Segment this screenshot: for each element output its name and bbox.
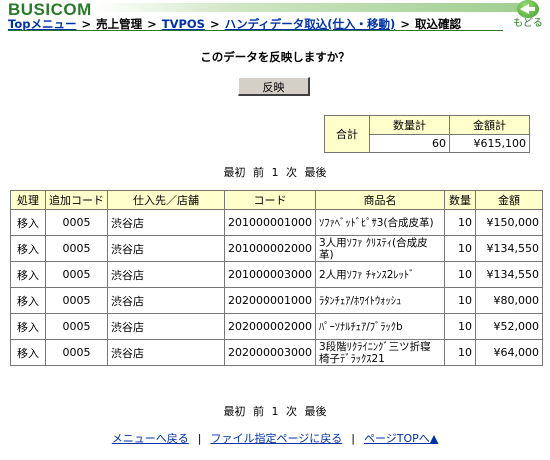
back-arrow-icon — [517, 0, 539, 18]
cell-amount: ¥150,000 — [475, 210, 542, 235]
table-row: 移入 0005 渋谷店 202000003000 3段階ﾘｸﾗｲﾆﾝｸﾞ三ツ折寝椅子ﾃﾞ… — [11, 340, 542, 365]
page-top-link[interactable]: ページTOPへ▲ — [364, 432, 438, 445]
cell-product-name: 2人用ｿﾌｧ ﾁｬﾝｽ2ﾚｯﾄﾞ — [315, 262, 444, 287]
cell-code: 202000002000 — [225, 314, 315, 339]
cell-supplier-store: 渋谷店 — [108, 262, 224, 287]
col-header-amount: 金額 — [475, 191, 542, 209]
cell-code: 202000001000 — [225, 288, 315, 313]
cell-quantity: 10 — [444, 340, 475, 365]
table-row: 移入 0005 渋谷店 202000002000 ﾊﾟｰｿﾅﾙﾁｪｱ/ﾌﾞﾗｯｸb 10 ¥… — [11, 314, 542, 339]
col-header-product-name: 商品名 — [315, 191, 444, 209]
breadcrumb-separator: > — [81, 17, 92, 31]
back-to-menu-link[interactable]: メニューへ戻る — [112, 432, 189, 445]
cell-amount: ¥64,000 — [475, 340, 542, 365]
col-header-quantity: 数量 — [444, 191, 475, 209]
cell-product-name: ﾗﾀﾝﾁｪｱ/ﾎﾜｲﾄｳｫｯｼｭ — [315, 288, 444, 313]
pager-last: 最後 — [304, 166, 327, 179]
cell-supplier-store: 渋谷店 — [108, 210, 224, 235]
summary-amount-header: 金額計 — [450, 116, 529, 134]
pager-top: 最初 前 1 次 最後 — [0, 164, 550, 180]
cell-quantity: 10 — [444, 210, 475, 235]
cell-additional-code: 0005 — [46, 314, 107, 339]
breadcrumb-separator: > — [147, 17, 157, 31]
breadcrumb-link-top-menu[interactable]: Topメニュー — [8, 17, 76, 31]
col-header-supplier-store: 仕入先／店舗 — [108, 191, 224, 209]
back-button[interactable]: もどる — [508, 0, 548, 30]
cell-quantity: 10 — [444, 236, 475, 261]
cell-process: 移入 — [11, 210, 45, 235]
reflect-button[interactable]: 反映 — [238, 77, 310, 96]
pager-current-page: 1 — [271, 405, 279, 418]
cell-product-name: ｿﾌｧﾍﾞｯﾄﾞﾋﾟｻ3(合成皮革) — [315, 210, 444, 235]
breadcrumb-underline — [8, 30, 503, 31]
cell-quantity: 10 — [444, 314, 475, 339]
cell-product-name: ﾊﾟｰｿﾅﾙﾁｪｱ/ﾌﾞﾗｯｸb — [315, 314, 444, 339]
cell-process: 移入 — [11, 340, 45, 365]
pager-next: 次 — [286, 405, 297, 418]
pager-next: 次 — [286, 166, 297, 179]
summary-total-label: 合計 — [325, 116, 369, 152]
cell-supplier-store: 渋谷店 — [108, 236, 224, 261]
cell-amount: ¥134,550 — [475, 262, 542, 287]
cell-product-name: 3段階ﾘｸﾗｲﾆﾝｸﾞ三ツ折寝椅子ﾃﾞﾗｯｸｽ21 — [315, 340, 444, 365]
cell-additional-code: 0005 — [46, 210, 107, 235]
footer-separator: | — [351, 432, 355, 445]
cell-code: 201000002000 — [225, 236, 315, 261]
cell-additional-code: 0005 — [46, 236, 107, 261]
breadcrumb-current: 取込確認 — [414, 17, 461, 31]
col-header-additional-code: 追加コード — [46, 191, 107, 209]
back-to-file-page-link[interactable]: ファイル指定ページに戻る — [210, 432, 342, 445]
cell-product-name: 3人用ｿﾌｧ ｸﾘｽﾃｨ(合成皮革) — [315, 236, 444, 261]
pager-first: 最初 — [223, 166, 246, 179]
summary-qty-value: 60 — [370, 134, 449, 152]
summary-table: 合計 数量計 金額計 60 ¥615,100 — [324, 115, 530, 153]
footer-separator: | — [197, 432, 202, 445]
cell-supplier-store: 渋谷店 — [108, 314, 224, 339]
import-data-table: 処理 追加コード 仕入先／店舗 コード 商品名 数量 金額 移入 0005 渋谷店 2… — [10, 190, 543, 366]
cell-code: 202000003000 — [225, 340, 315, 365]
pager-bottom: 最初 前 1 次 最後 — [0, 403, 550, 419]
pager-current-page: 1 — [271, 166, 279, 179]
pager-first: 最初 — [223, 405, 246, 418]
cell-process: 移入 — [11, 262, 45, 287]
cell-supplier-store: 渋谷店 — [108, 340, 224, 365]
breadcrumb-link-sales-management[interactable]: 売上管理 — [96, 17, 142, 31]
breadcrumb-separator: > — [400, 17, 410, 31]
pager-prev: 前 — [253, 166, 264, 179]
cell-code: 201000003000 — [225, 262, 315, 287]
cell-additional-code: 0005 — [46, 288, 107, 313]
summary-amount-value: ¥615,100 — [450, 134, 529, 152]
cell-amount: ¥52,000 — [475, 314, 542, 339]
breadcrumb-link-tvpos[interactable]: TVPOS — [162, 17, 205, 31]
table-header-row: 処理 追加コード 仕入先／店舗 コード 商品名 数量 金額 — [11, 191, 542, 209]
cell-quantity: 10 — [444, 262, 475, 287]
col-header-code: コード — [225, 191, 315, 209]
cell-code: 201000001000 — [225, 210, 315, 235]
pager-last: 最後 — [304, 405, 327, 418]
table-row: 移入 0005 渋谷店 201000002000 3人用ｿﾌｧ ｸﾘｽﾃｨ(合成皮革) 1… — [11, 236, 542, 261]
cell-quantity: 10 — [444, 288, 475, 313]
cell-process: 移入 — [11, 314, 45, 339]
table-row: 移入 0005 渋谷店 201000003000 2人用ｿﾌｧ ﾁｬﾝｽ2ﾚｯﾄﾞ 10 ¥… — [11, 262, 542, 287]
cell-additional-code: 0005 — [46, 340, 107, 365]
cell-process: 移入 — [11, 236, 45, 261]
confirm-question: このデータを反映しますか？ — [200, 50, 350, 64]
cell-process: 移入 — [11, 288, 45, 313]
cell-amount: ¥134,550 — [475, 236, 542, 261]
footer-nav: メニューへ戻る | ファイル指定ページに戻る | ページTOPへ▲ — [0, 430, 550, 446]
col-header-process: 処理 — [11, 191, 45, 209]
cell-supplier-store: 渋谷店 — [108, 288, 224, 313]
summary-qty-header: 数量計 — [370, 116, 449, 134]
back-label: もどる — [513, 18, 543, 29]
pager-prev: 前 — [253, 405, 264, 418]
table-row: 移入 0005 渋谷店 202000001000 ﾗﾀﾝﾁｪｱ/ﾎﾜｲﾄｳｫｯｼｭ 10 ¥… — [11, 288, 542, 313]
cell-additional-code: 0005 — [46, 262, 107, 287]
table-row: 移入 0005 渋谷店 201000001000 ｿﾌｧﾍﾞｯﾄﾞﾋﾟｻ3(合成皮革) 1… — [11, 210, 542, 235]
table-body: 移入 0005 渋谷店 201000001000 ｿﾌｧﾍﾞｯﾄﾞﾋﾟｻ3(合成皮革) 1… — [11, 210, 542, 365]
breadcrumb-separator: > — [209, 17, 220, 31]
cell-amount: ¥80,000 — [475, 288, 542, 313]
breadcrumb-link-handy-import[interactable]: ハンディデータ取込(仕入・移動) — [225, 17, 396, 31]
